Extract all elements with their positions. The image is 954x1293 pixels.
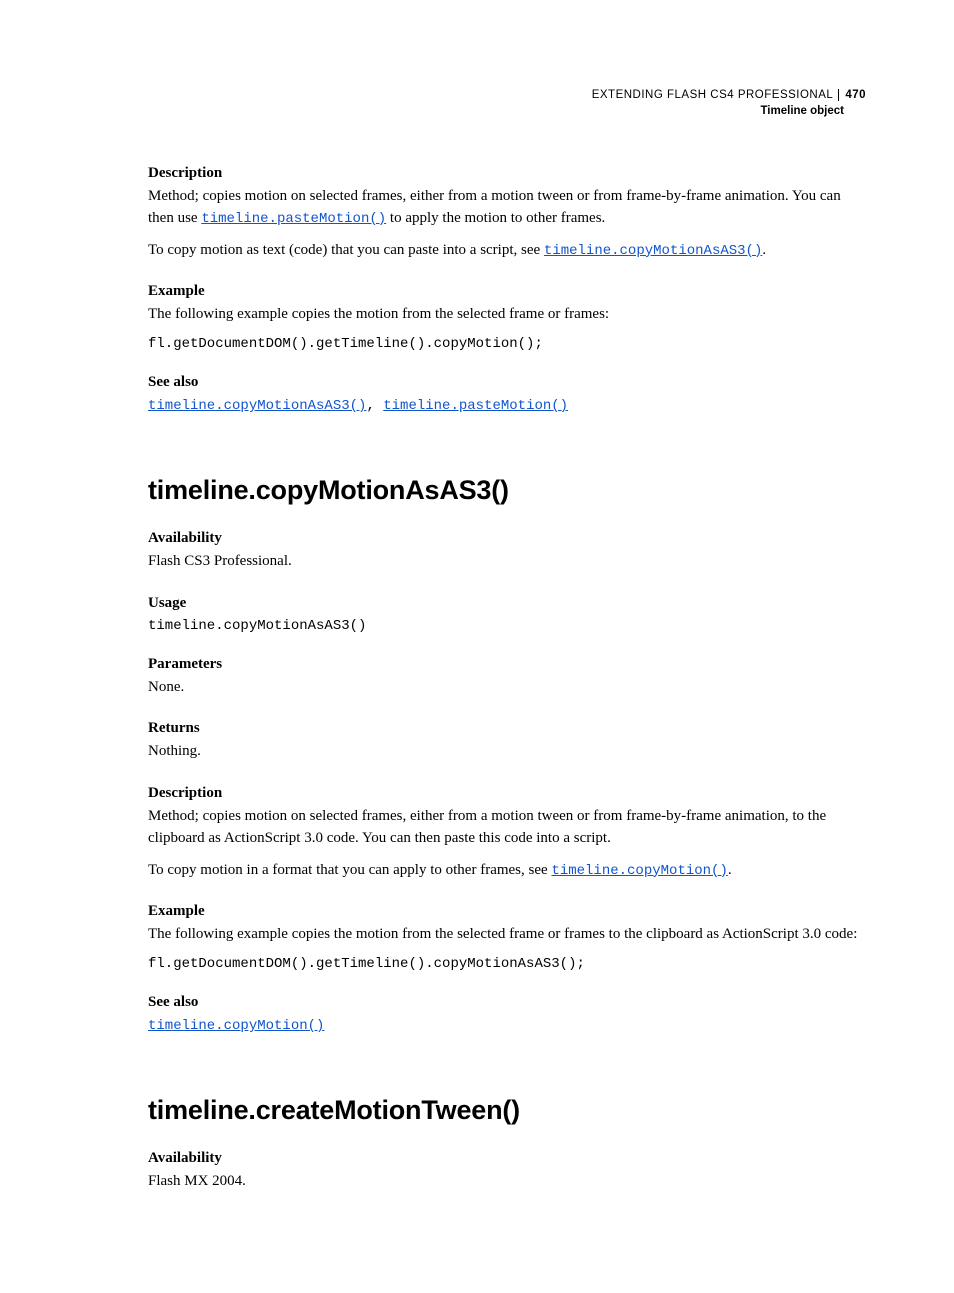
text: .: [762, 242, 766, 258]
availability-heading: Availability: [148, 1150, 866, 1167]
usage-heading: Usage: [148, 595, 866, 612]
example-paragraph: The following example copies the motion …: [148, 304, 866, 326]
returns-heading: Returns: [148, 720, 866, 737]
description-paragraph-1: Method; copies motion on selected frames…: [148, 806, 866, 850]
text: To copy motion as text (code) that you c…: [148, 242, 544, 258]
description-paragraph-2: To copy motion as text (code) that you c…: [148, 240, 866, 262]
page: EXTENDING FLASH CS4 PROFESSIONAL 470 Time…: [0, 0, 954, 1293]
returns-paragraph: Nothing.: [148, 741, 866, 763]
text: .: [728, 862, 732, 878]
doc-title: EXTENDING FLASH CS4 PROFESSIONAL: [592, 89, 834, 101]
availability-paragraph: Flash MX 2004.: [148, 1171, 866, 1193]
usage-code: timeline.copyMotionAsAS3(): [148, 618, 866, 634]
description-heading: Description: [148, 165, 866, 182]
text: to apply the motion to other frames.: [386, 210, 605, 226]
header-line-1: EXTENDING FLASH CS4 PROFESSIONAL 470: [148, 88, 866, 104]
seealso-links: timeline.copyMotion(): [148, 1015, 866, 1037]
link-copymotionasas3[interactable]: timeline.copyMotionAsAS3(): [544, 243, 762, 259]
example-code: fl.getDocumentDOM().getTimeline().copyMo…: [148, 336, 866, 352]
seealso-heading: See also: [148, 994, 866, 1011]
parameters-heading: Parameters: [148, 656, 866, 673]
link-copymotion[interactable]: timeline.copyMotion(): [148, 1018, 324, 1034]
seealso-heading: See also: [148, 374, 866, 391]
section-title-createmotiontween: timeline.createMotionTween(): [148, 1095, 866, 1126]
parameters-paragraph: None.: [148, 677, 866, 699]
seealso-links: timeline.copyMotionAsAS3(), timeline.pas…: [148, 395, 866, 417]
example-paragraph: The following example copies the motion …: [148, 924, 866, 946]
availability-heading: Availability: [148, 530, 866, 547]
availability-paragraph: Flash CS3 Professional.: [148, 551, 866, 573]
link-copymotionasas3[interactable]: timeline.copyMotionAsAS3(): [148, 398, 366, 414]
link-pastemotion[interactable]: timeline.pasteMotion(): [383, 398, 568, 414]
description-heading: Description: [148, 785, 866, 802]
description-paragraph-2: To copy motion in a format that you can …: [148, 860, 866, 882]
link-pastemotion[interactable]: timeline.pasteMotion(): [201, 211, 386, 227]
text: To copy motion in a format that you can …: [148, 862, 551, 878]
example-heading: Example: [148, 283, 866, 300]
page-header: EXTENDING FLASH CS4 PROFESSIONAL 470 Time…: [148, 88, 866, 119]
header-section: Timeline object: [148, 104, 844, 120]
example-code: fl.getDocumentDOM().getTimeline().copyMo…: [148, 956, 866, 972]
example-heading: Example: [148, 903, 866, 920]
section-title-copymotionasas3: timeline.copyMotionAsAS3(): [148, 475, 866, 506]
separator: ,: [366, 398, 383, 414]
link-copymotion[interactable]: timeline.copyMotion(): [551, 863, 727, 879]
description-paragraph-1: Method; copies motion on selected frames…: [148, 186, 866, 230]
page-number: 470: [838, 89, 866, 101]
